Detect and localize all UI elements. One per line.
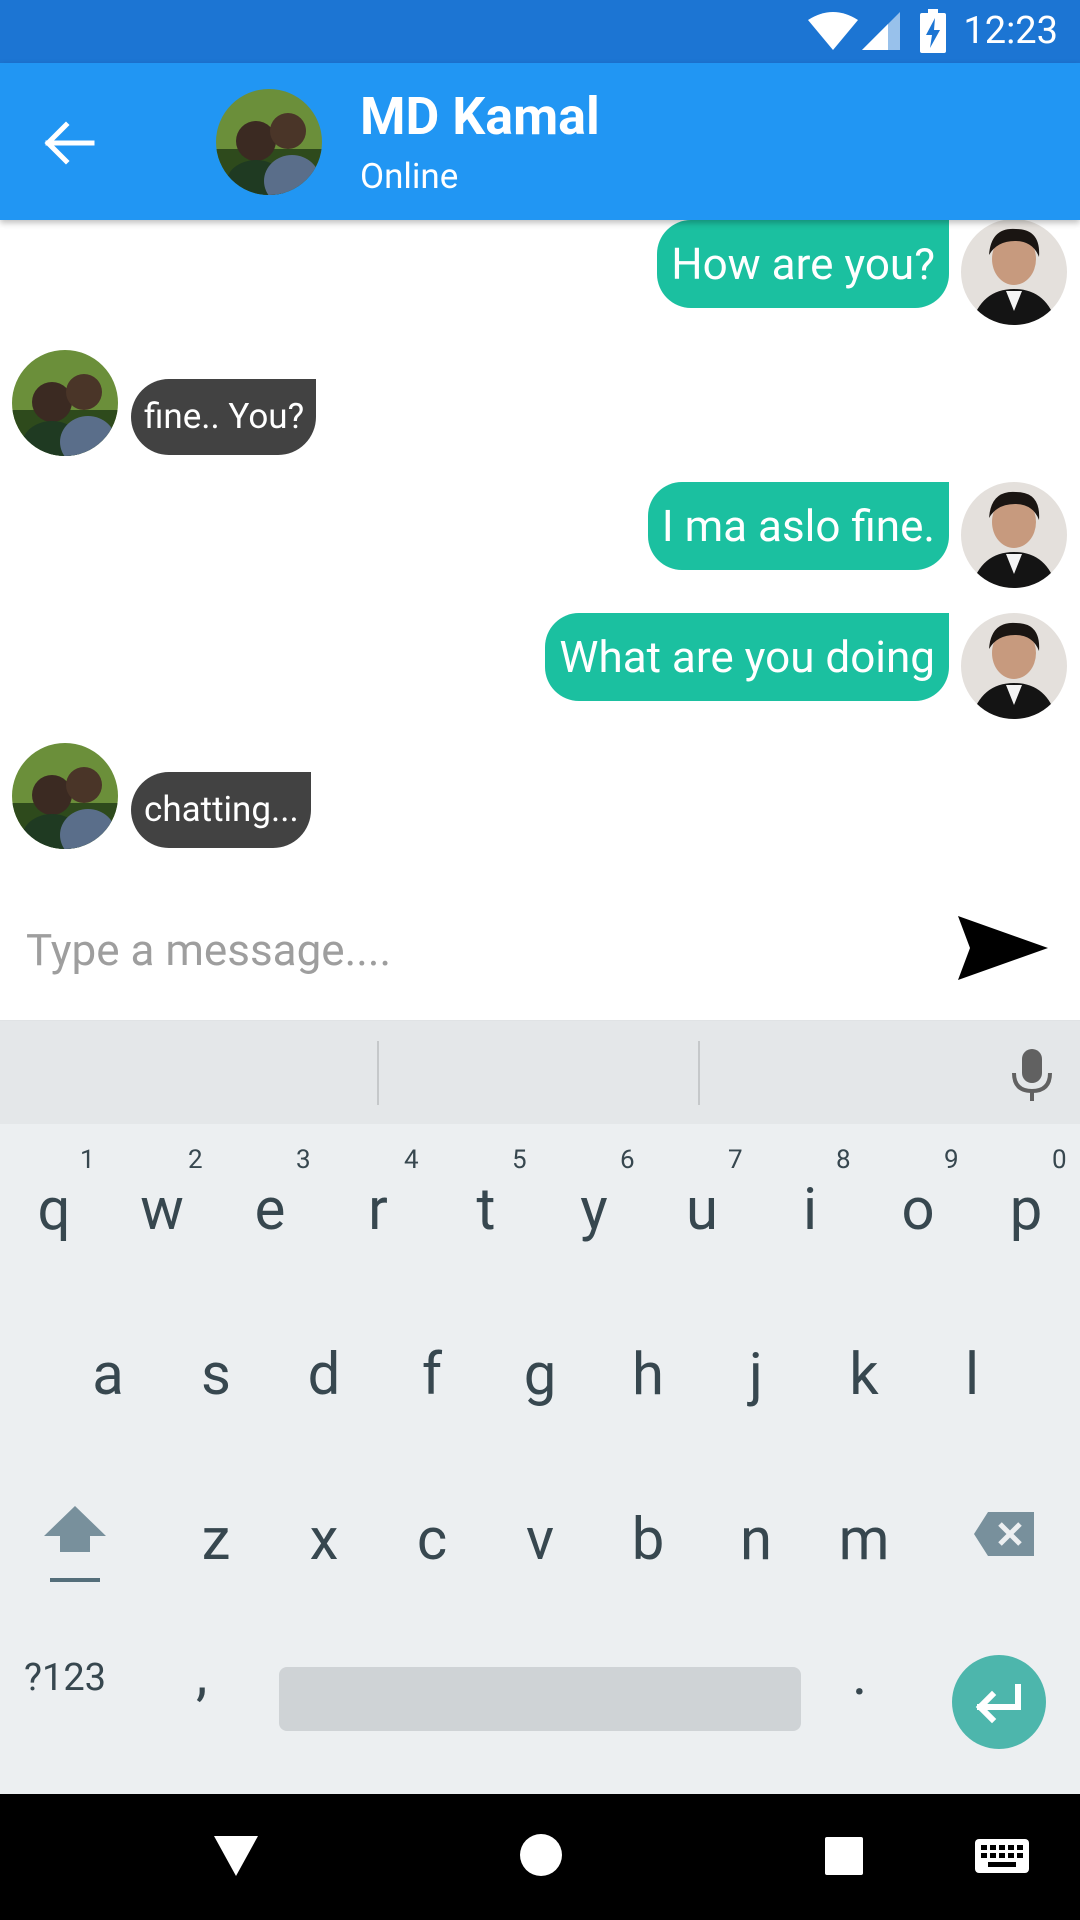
key-label: u xyxy=(686,1176,718,1244)
key-hint: 6 xyxy=(620,1145,635,1175)
key-label: t xyxy=(476,1176,496,1244)
nav-back-icon[interactable] xyxy=(212,1834,260,1878)
key-label: m xyxy=(838,1506,890,1574)
keyboard-switch-icon[interactable] xyxy=(974,1838,1030,1874)
key-label: s xyxy=(201,1341,231,1409)
key-label: g xyxy=(523,1341,557,1409)
send-icon[interactable] xyxy=(952,898,1052,998)
key-label: j xyxy=(749,1341,763,1409)
message-composer xyxy=(0,880,1080,1020)
key-label: e xyxy=(254,1176,286,1244)
key-hint: 8 xyxy=(836,1145,851,1175)
key-label: a xyxy=(92,1341,124,1409)
status-bar: 12:23 xyxy=(0,0,1080,63)
key-hint: 1 xyxy=(80,1145,95,1175)
suggestion-divider xyxy=(698,1041,700,1105)
suggestion-divider xyxy=(377,1041,379,1105)
key-n[interactable]: n xyxy=(702,1465,810,1615)
my-avatar[interactable] xyxy=(961,613,1067,719)
key-label: l xyxy=(964,1341,980,1409)
key-label: p xyxy=(1009,1176,1043,1244)
key-label: o xyxy=(901,1176,935,1244)
key-label: c xyxy=(416,1506,448,1574)
key-g[interactable]: g xyxy=(486,1300,594,1450)
key-hint: 3 xyxy=(296,1145,311,1175)
clock: 12:23 xyxy=(963,9,1058,53)
key-j[interactable]: j xyxy=(702,1300,810,1450)
key-hint: 0 xyxy=(1052,1145,1067,1175)
signal-icon xyxy=(862,12,900,50)
contact-message-avatar[interactable] xyxy=(12,350,118,456)
key-l[interactable]: l xyxy=(918,1300,1026,1450)
shift-icon[interactable] xyxy=(40,1500,110,1596)
key-s[interactable]: s xyxy=(162,1300,270,1450)
suggestion-strip[interactable] xyxy=(0,1020,1080,1124)
message-bubble[interactable]: I ma aslo fine. xyxy=(647,482,949,570)
wifi-icon xyxy=(808,12,858,50)
key-label: f xyxy=(421,1341,443,1409)
key-b[interactable]: b xyxy=(594,1465,702,1615)
key-label: i xyxy=(802,1176,818,1244)
message-bubble[interactable]: What are you doing xyxy=(545,613,949,701)
my-avatar[interactable] xyxy=(961,482,1067,588)
key-z[interactable]: z xyxy=(162,1465,270,1615)
key-label: x xyxy=(309,1506,339,1574)
key-label: r xyxy=(368,1176,388,1244)
key-label: b xyxy=(631,1506,665,1574)
key-label: v xyxy=(525,1506,555,1574)
message-received: chatting... xyxy=(0,743,1080,853)
nav-home-icon[interactable] xyxy=(519,1833,563,1877)
key-label: q xyxy=(37,1176,71,1244)
key-hint: 5 xyxy=(512,1145,527,1175)
key-d[interactable]: d xyxy=(270,1300,378,1450)
message-received: fine.. You? xyxy=(0,350,1080,460)
key-x[interactable]: x xyxy=(270,1465,378,1615)
my-avatar[interactable] xyxy=(961,220,1067,325)
message-bubble[interactable]: chatting... xyxy=(131,772,311,848)
key-label: k xyxy=(849,1341,879,1409)
key-hint: 7 xyxy=(728,1145,743,1175)
message-sent: I ma aslo fine. xyxy=(0,482,1080,592)
key-k[interactable]: k xyxy=(810,1300,918,1450)
key-h[interactable]: h xyxy=(594,1300,702,1450)
nav-recents-icon[interactable] xyxy=(824,1836,864,1876)
backspace-icon[interactable] xyxy=(972,1510,1036,1558)
message-list[interactable]: How are you? fine.. You? I ma aslo fine.… xyxy=(0,220,1080,880)
enter-key[interactable] xyxy=(952,1655,1046,1749)
navigation-bar xyxy=(0,1794,1080,1920)
key-v[interactable]: v xyxy=(486,1465,594,1615)
soft-keyboard: q 1 w 2 e 3 r 4 t 5 y 6 u 7 i 8 o 9 p 0 … xyxy=(0,1020,1080,1794)
contact-avatar[interactable] xyxy=(216,89,322,195)
key-m[interactable]: m xyxy=(810,1465,918,1615)
key-label: w xyxy=(140,1176,184,1244)
key-a[interactable]: a xyxy=(54,1300,162,1450)
key-hint: 4 xyxy=(404,1145,419,1175)
back-arrow-icon[interactable] xyxy=(40,113,104,173)
contact-name[interactable]: MD Kamal xyxy=(360,85,600,149)
message-sent: How are you? xyxy=(0,220,1080,330)
message-input[interactable] xyxy=(26,910,906,990)
key-c[interactable]: c xyxy=(378,1465,486,1615)
message-bubble[interactable]: How are you? xyxy=(657,220,949,308)
space-bar[interactable] xyxy=(279,1667,801,1731)
key-hint: 9 xyxy=(944,1145,959,1175)
message-bubble[interactable]: fine.. You? xyxy=(131,379,317,455)
enter-icon xyxy=(975,1684,1021,1724)
key-hint: 2 xyxy=(188,1145,203,1175)
contact-status: Online xyxy=(360,156,459,197)
key-label: z xyxy=(201,1506,231,1574)
key-label: d xyxy=(307,1341,341,1409)
key-label: n xyxy=(739,1506,773,1574)
key-label: y xyxy=(580,1176,608,1244)
app-bar: MD Kamal Online xyxy=(0,63,1080,220)
battery-charging-icon xyxy=(920,9,946,53)
message-sent: What are you doing xyxy=(0,613,1080,723)
key-label: h xyxy=(632,1341,664,1409)
symbols-key[interactable]: ?123 xyxy=(24,1648,106,1708)
key-f[interactable]: f xyxy=(378,1300,486,1450)
comma-key[interactable]: , xyxy=(196,1640,207,1710)
mic-icon[interactable] xyxy=(1008,1047,1056,1103)
period-key[interactable]: . xyxy=(852,1640,867,1710)
contact-message-avatar[interactable] xyxy=(12,743,118,849)
